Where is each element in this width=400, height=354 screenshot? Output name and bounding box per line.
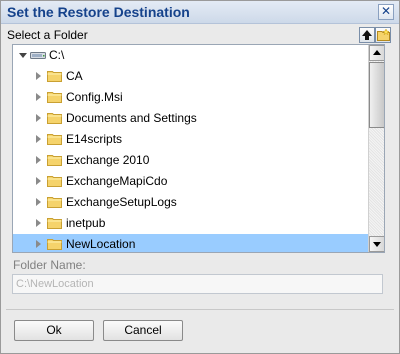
expand-arrow-icon[interactable]	[36, 219, 41, 227]
tree-item-exchangemapicdo[interactable]: ExchangeMapiCdo	[13, 171, 368, 192]
select-folder-label: Select a Folder	[7, 28, 88, 42]
tree-root-row[interactable]: C:\	[13, 45, 368, 66]
up-level-icon	[362, 30, 372, 40]
expand-arrow-icon[interactable]	[36, 177, 41, 185]
new-folder-icon	[377, 29, 390, 41]
arrow-up-icon	[373, 50, 381, 55]
tree-item-label: ExchangeSetupLogs	[66, 195, 177, 209]
tree-item-newlocation[interactable]: NewLocation	[13, 234, 368, 252]
expand-arrow-icon[interactable]	[36, 93, 41, 101]
drive-icon	[30, 52, 46, 59]
folder-icon	[47, 113, 62, 124]
tree-item-e14scripts[interactable]: E14scripts	[13, 129, 368, 150]
scroll-down-button[interactable]	[369, 236, 384, 252]
folder-name-label: Folder Name:	[13, 258, 86, 272]
tree-item-documents-and-settings[interactable]: Documents and Settings	[13, 108, 368, 129]
collapse-arrow-icon[interactable]	[19, 53, 27, 58]
expand-arrow-icon[interactable]	[36, 240, 41, 248]
tree-item-config-msi[interactable]: Config.Msi	[13, 87, 368, 108]
dialog-title: Set the Restore Destination	[7, 4, 190, 20]
tree-item-inetpub[interactable]: inetpub	[13, 213, 368, 234]
folder-icon	[47, 239, 62, 250]
tree-item-label: NewLocation	[66, 237, 136, 251]
tree-item-exchange-2010[interactable]: Exchange 2010	[13, 150, 368, 171]
expand-arrow-icon[interactable]	[36, 114, 41, 122]
tree-item-label: inetpub	[66, 216, 106, 230]
title-bar: Set the Restore Destination ✕	[1, 1, 399, 24]
restore-destination-dialog: Set the Restore Destination ✕ Select a F…	[0, 0, 400, 354]
tree-item-label: Config.Msi	[66, 90, 123, 104]
folder-tree[interactable]: C:\ CA Config.Msi Documents and Settings…	[12, 44, 385, 253]
separator	[6, 309, 394, 310]
tree-item-ca[interactable]: CA	[13, 66, 368, 87]
folder-icon	[47, 71, 62, 82]
expand-arrow-icon[interactable]	[36, 198, 41, 206]
folder-icon	[47, 176, 62, 187]
tree-item-label: E14scripts	[66, 132, 123, 146]
expand-arrow-icon[interactable]	[36, 156, 41, 164]
scroll-up-button[interactable]	[369, 45, 384, 61]
close-button[interactable]: ✕	[378, 4, 394, 20]
folder-name-field[interactable]	[12, 274, 383, 294]
tree-item-label: CA	[66, 69, 83, 83]
scroll-thumb[interactable]	[369, 62, 384, 128]
folder-icon	[47, 218, 62, 229]
expand-arrow-icon[interactable]	[36, 72, 41, 80]
cancel-button[interactable]: Cancel	[103, 320, 183, 341]
up-level-button[interactable]	[359, 27, 375, 43]
tree-item-label: Exchange 2010	[66, 153, 150, 167]
new-folder-button[interactable]	[375, 27, 391, 43]
expand-arrow-icon[interactable]	[36, 135, 41, 143]
folder-icon	[47, 197, 62, 208]
folder-icon	[47, 134, 62, 145]
folder-icon	[47, 92, 62, 103]
ok-button[interactable]: Ok	[14, 320, 94, 341]
tree-root-label: C:\	[49, 48, 65, 62]
arrow-down-icon	[373, 242, 381, 247]
close-icon: ✕	[380, 4, 392, 18]
folder-icon	[47, 155, 62, 166]
tree-scrollbar[interactable]	[368, 45, 384, 252]
tree-item-label: Documents and Settings	[66, 111, 197, 125]
tree-item-exchangesetuplogs[interactable]: ExchangeSetupLogs	[13, 192, 368, 213]
tree-item-label: ExchangeMapiCdo	[66, 174, 168, 188]
